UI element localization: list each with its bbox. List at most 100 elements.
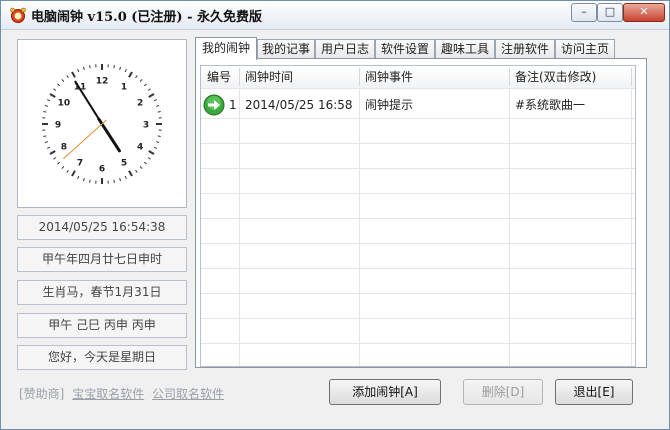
lunar-date: 甲午年四月廿七日申时: [17, 247, 187, 272]
clock-number: 10: [58, 99, 71, 109]
header-number[interactable]: 编号: [207, 66, 237, 88]
clock-minute-tick: [135, 75, 138, 79]
clock-number: 9: [55, 121, 61, 131]
green-arrow-icon: [203, 94, 225, 116]
grid-line: [201, 118, 635, 119]
clock-minute-tick: [156, 104, 160, 107]
clock-number: 12: [96, 77, 109, 87]
header-note[interactable]: 备注(双击修改): [515, 66, 631, 88]
row-number: 1: [229, 98, 237, 112]
clock-minute-tick: [46, 99, 51, 102]
window-title: 电脑闹钟 v15.0 (已注册) - 永久免费版: [31, 10, 263, 25]
add-alarm-button[interactable]: 添加闹钟[A]: [329, 379, 441, 405]
tab-register[interactable]: 注册软件: [495, 39, 555, 59]
analog-clock: 121234567891011: [17, 39, 187, 208]
clock-minute-tick: [82, 178, 85, 182]
clock-minute-tick: [139, 79, 143, 82]
tab-my-alarms[interactable]: 我的闹钟: [195, 37, 257, 60]
clock-minute-tick: [156, 141, 160, 144]
grid-line: [359, 88, 360, 366]
title-bar[interactable]: 电脑闹钟 v15.0 (已注册) - 永久免费版 – □ ✕: [1, 1, 669, 30]
grid-line: [201, 293, 635, 294]
header-divider: [239, 68, 240, 86]
clock-minute-tick: [43, 111, 47, 113]
clock-minute-tick: [53, 157, 57, 160]
delete-button[interactable]: 删除[D]: [463, 379, 543, 405]
zodiac-info: 生肖马，春节1月31日: [17, 280, 187, 305]
clock-minute-tick: [124, 68, 127, 73]
clock-minute-tick: [153, 146, 158, 149]
header-alarm-event[interactable]: 闹钟事件: [365, 66, 505, 88]
tab-settings[interactable]: 软件设置: [375, 39, 435, 59]
exit-button[interactable]: 退出[E]: [555, 379, 633, 405]
clock-minute-tick: [139, 166, 143, 169]
clock-hour-tick: [71, 170, 76, 177]
clock-minute-tick: [57, 83, 60, 87]
clock-number: 8: [61, 143, 67, 153]
clock-number: 2: [137, 99, 143, 109]
clock-minute-tick: [53, 88, 57, 91]
clock-number: 3: [143, 121, 149, 131]
grid-line: [201, 343, 635, 344]
clock-number: 1: [121, 82, 127, 92]
baby-naming-link[interactable]: 宝宝取名软件: [72, 387, 144, 401]
clock-face: 121234567891011: [42, 64, 162, 184]
clock-minute-tick: [77, 175, 80, 180]
clock-minute-tick: [61, 79, 65, 82]
clock-minute-tick: [43, 135, 47, 137]
close-button[interactable]: ✕: [623, 3, 665, 22]
clock-number: 7: [77, 159, 83, 169]
grid-line: [239, 88, 240, 366]
sponsor-label: [赞助商]: [19, 387, 65, 401]
clock-minute-tick: [44, 141, 48, 144]
tab-user-log[interactable]: 用户日志: [315, 39, 375, 59]
clock-minute-tick: [157, 135, 161, 137]
row-note[interactable]: #系统歌曲一: [515, 94, 585, 116]
grid-line: [201, 88, 635, 89]
clock-minute-tick: [57, 161, 60, 165]
clock-number: 4: [137, 143, 143, 153]
clock-minute-tick: [66, 169, 69, 173]
grid-line: [201, 168, 635, 169]
alarm-table[interactable]: 编号 闹钟时间 闹钟事件 备注(双击修改) 1 2014/05/25 16:58…: [200, 65, 636, 367]
clock-minute-tick: [124, 175, 127, 180]
alarm-clock-app-icon: [10, 7, 26, 23]
sponsor-links: [赞助商] 宝宝取名软件 公司取名软件: [19, 385, 224, 402]
header-divider: [631, 68, 632, 86]
clock-minute-tick: [113, 65, 115, 69]
clock-minute-tick: [46, 146, 51, 149]
clock-minute-tick: [147, 88, 151, 91]
grid-line: [201, 268, 635, 269]
clock-minute-tick: [153, 99, 158, 102]
clock-minute-tick: [66, 75, 69, 79]
clock-minute-tick: [157, 111, 161, 113]
clock-minute-tick: [44, 104, 48, 107]
clock-number: 5: [121, 159, 127, 169]
grid-line: [201, 318, 635, 319]
clock-hour-tick: [128, 71, 133, 78]
grid-line: [631, 88, 632, 366]
clock-minute-tick: [89, 65, 91, 69]
clock-minute-tick: [119, 178, 122, 182]
header-divider: [359, 68, 360, 86]
tab-my-notes[interactable]: 我的记事: [257, 39, 315, 59]
grid-line: [201, 243, 635, 244]
clock-minute-tick: [82, 66, 85, 70]
clock-number: 6: [99, 165, 105, 175]
tab-fun-tools[interactable]: 趣味工具: [435, 39, 495, 59]
company-naming-link[interactable]: 公司取名软件: [152, 387, 224, 401]
minute-hand: [74, 80, 107, 131]
maximize-button[interactable]: □: [597, 3, 623, 22]
clock-hour-tick: [49, 93, 56, 98]
clock-hour-tick: [49, 150, 56, 155]
second-hand: [63, 119, 107, 160]
tab-homepage[interactable]: 访问主页: [555, 39, 615, 59]
greeting-text: 您好，今天是星期日: [17, 345, 187, 370]
clock-minute-tick: [144, 161, 147, 165]
header-alarm-time[interactable]: 闹钟时间: [245, 66, 355, 88]
clock-minute-tick: [147, 157, 151, 160]
clock-hour-tick: [71, 71, 76, 78]
clock-minute-tick: [119, 66, 122, 70]
clock-hour-tick: [128, 170, 133, 177]
minimize-button[interactable]: –: [571, 3, 597, 22]
